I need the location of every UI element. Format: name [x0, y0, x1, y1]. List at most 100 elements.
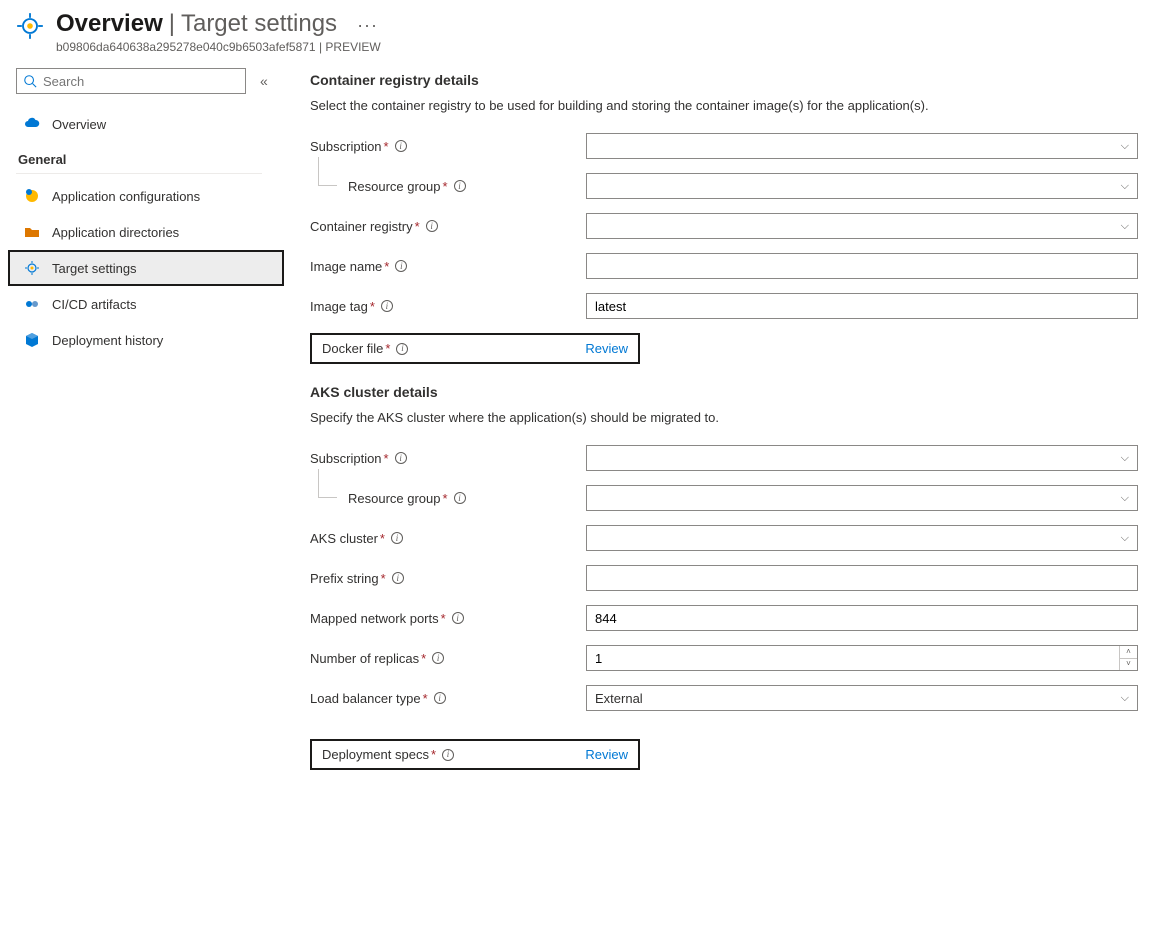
deployment-specs-review-link[interactable]: Review [585, 747, 628, 762]
image-name-input[interactable] [586, 253, 1138, 279]
info-icon[interactable]: i [454, 180, 466, 192]
info-icon[interactable]: i [452, 612, 464, 624]
chevron-down-icon: ⌵ [1121, 220, 1129, 233]
info-icon[interactable]: i [426, 220, 438, 232]
required-marker: * [384, 451, 389, 466]
sidebar-item-overview[interactable]: Overview [16, 106, 282, 142]
container-registry-select[interactable]: ⌵ [586, 213, 1138, 239]
info-icon[interactable]: i [434, 692, 446, 704]
search-icon [23, 74, 37, 88]
sidebar-item-label: Overview [52, 117, 106, 132]
subscription-select[interactable]: ⌵ [586, 133, 1138, 159]
target-icon [24, 260, 40, 276]
aks-subscription-label: Subscription [310, 451, 382, 466]
registry-section-desc: Select the container registry to be used… [310, 98, 1138, 113]
target-resource-icon [16, 12, 44, 40]
info-icon[interactable]: i [395, 452, 407, 464]
sidebar-item-label: Target settings [52, 261, 137, 276]
search-input[interactable] [16, 68, 246, 94]
main-content: Container registry details Select the co… [290, 60, 1150, 830]
page-title: Overview [56, 10, 163, 38]
info-icon[interactable]: i [395, 140, 407, 152]
folder-icon [24, 224, 40, 240]
chevron-down-icon: ⌵ [1121, 140, 1129, 153]
required-marker: * [380, 531, 385, 546]
stepper-up-icon[interactable]: ˄ [1120, 646, 1137, 659]
aks-resource-group-label: Resource group [348, 491, 441, 506]
required-marker: * [421, 651, 426, 666]
collapse-sidebar-button[interactable]: « [260, 73, 268, 89]
info-icon[interactable]: i [392, 572, 404, 584]
config-icon [24, 188, 40, 204]
subscription-label: Subscription [310, 139, 382, 154]
sidebar-item-app-config[interactable]: Application configurations [16, 178, 282, 214]
required-marker: * [385, 341, 390, 356]
required-marker: * [384, 139, 389, 154]
page-subtitle: Target settings [181, 10, 337, 38]
stepper-down-icon[interactable]: ˅ [1120, 659, 1137, 671]
image-tag-input[interactable] [586, 293, 1138, 319]
required-marker: * [384, 259, 389, 274]
aks-section-desc: Specify the AKS cluster where the applic… [310, 410, 1138, 425]
sidebar-item-label: Application directories [52, 225, 179, 240]
aks-subscription-select[interactable]: ⌵ [586, 445, 1138, 471]
aks-resource-group-select[interactable]: ⌵ [586, 485, 1138, 511]
sidebar-item-cicd[interactable]: CI/CD artifacts [16, 286, 282, 322]
required-marker: * [370, 299, 375, 314]
sidebar-item-label: Application configurations [52, 189, 200, 204]
prefix-string-label: Prefix string [310, 571, 379, 586]
info-icon[interactable]: i [454, 492, 466, 504]
chevron-down-icon: ⌵ [1121, 452, 1129, 465]
info-icon[interactable]: i [396, 343, 408, 355]
aks-section-title: AKS cluster details [310, 384, 1138, 400]
lb-type-label: Load balancer type [310, 691, 421, 706]
image-name-label: Image name [310, 259, 382, 274]
required-marker: * [431, 747, 436, 762]
docker-file-review-link[interactable]: Review [585, 341, 628, 356]
page-header: Overview | Target settings ··· b09806da6… [0, 0, 1172, 60]
required-marker: * [381, 571, 386, 586]
registry-section-title: Container registry details [310, 72, 1138, 88]
chevron-down-icon: ⌵ [1121, 180, 1129, 193]
sidebar-item-label: CI/CD artifacts [52, 297, 137, 312]
required-marker: * [443, 179, 448, 194]
replicas-label: Number of replicas [310, 651, 419, 666]
info-icon[interactable]: i [432, 652, 444, 664]
sidebar-item-deploy-history[interactable]: Deployment history [16, 322, 282, 358]
info-icon[interactable]: i [442, 749, 454, 761]
resource-group-label: Resource group [348, 179, 441, 194]
required-marker: * [443, 491, 448, 506]
mapped-ports-input[interactable] [586, 605, 1138, 631]
chevron-down-icon: ⌵ [1121, 692, 1129, 705]
deployment-specs-row: Deployment specs * i Review [310, 739, 640, 770]
pipeline-icon [24, 296, 40, 312]
info-icon[interactable]: i [391, 532, 403, 544]
container-registry-label: Container registry [310, 219, 413, 234]
chevron-down-icon: ⌵ [1121, 532, 1129, 545]
required-marker: * [423, 691, 428, 706]
sidebar-group-general: General [16, 142, 262, 174]
resource-meta: b09806da640638a295278e040c9b6503afef5871… [56, 40, 1156, 54]
sidebar-item-target-settings[interactable]: Target settings [8, 250, 284, 286]
sidebar: « Overview General Application configura… [0, 60, 290, 366]
aks-cluster-select[interactable]: ⌵ [586, 525, 1138, 551]
required-marker: * [415, 219, 420, 234]
required-marker: * [441, 611, 446, 626]
lb-type-select[interactable]: External⌵ [586, 685, 1138, 711]
prefix-string-input[interactable] [586, 565, 1138, 591]
docker-file-label: Docker file [322, 341, 383, 356]
image-tag-label: Image tag [310, 299, 368, 314]
sidebar-item-label: Deployment history [52, 333, 163, 348]
mapped-ports-label: Mapped network ports [310, 611, 439, 626]
cube-icon [24, 332, 40, 348]
more-actions-button[interactable]: ··· [357, 15, 378, 36]
aks-cluster-label: AKS cluster [310, 531, 378, 546]
replicas-stepper[interactable]: ˄ ˅ [586, 645, 1138, 671]
cloud-icon [24, 116, 40, 132]
info-icon[interactable]: i [395, 260, 407, 272]
sidebar-item-app-dirs[interactable]: Application directories [16, 214, 282, 250]
info-icon[interactable]: i [381, 300, 393, 312]
docker-file-row: Docker file * i Review [310, 333, 640, 364]
resource-group-select[interactable]: ⌵ [586, 173, 1138, 199]
chevron-down-icon: ⌵ [1121, 492, 1129, 505]
